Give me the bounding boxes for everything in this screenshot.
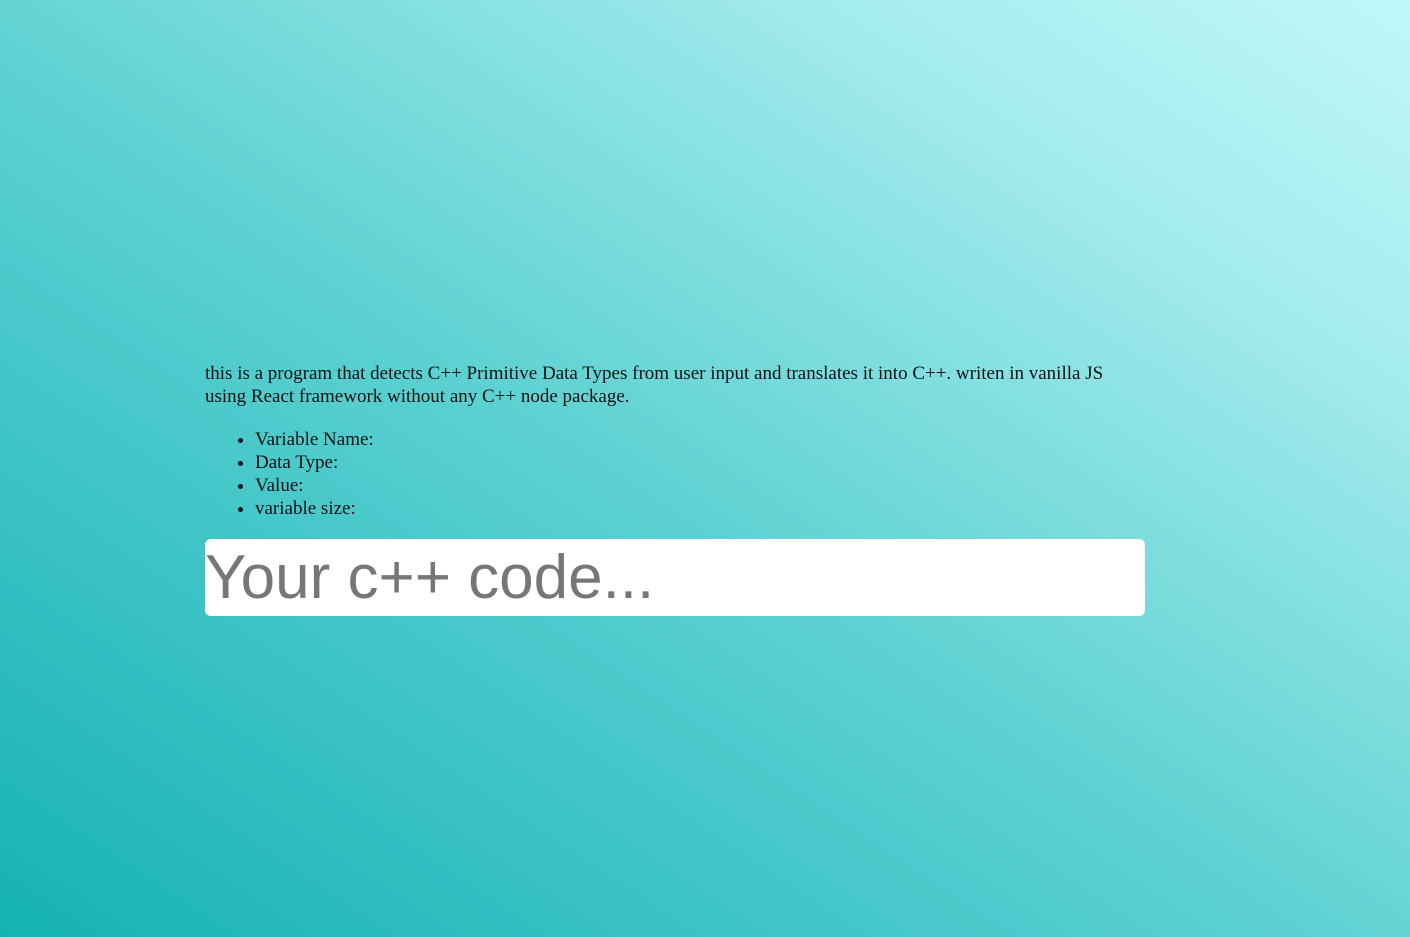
- data-type-field: Data Type:: [255, 451, 1145, 474]
- variable-name-field: Variable Name:: [255, 428, 1145, 451]
- program-description: this is a program that detects C++ Primi…: [205, 363, 1104, 407]
- main-content: this is a program that detects C++ Primi…: [205, 362, 1145, 616]
- value-field: Value:: [255, 474, 1145, 497]
- result-fields-list: Variable Name: Data Type: Value: variabl…: [205, 428, 1145, 520]
- variable-size-field: variable size:: [255, 497, 1145, 520]
- cpp-code-input[interactable]: [205, 539, 1145, 616]
